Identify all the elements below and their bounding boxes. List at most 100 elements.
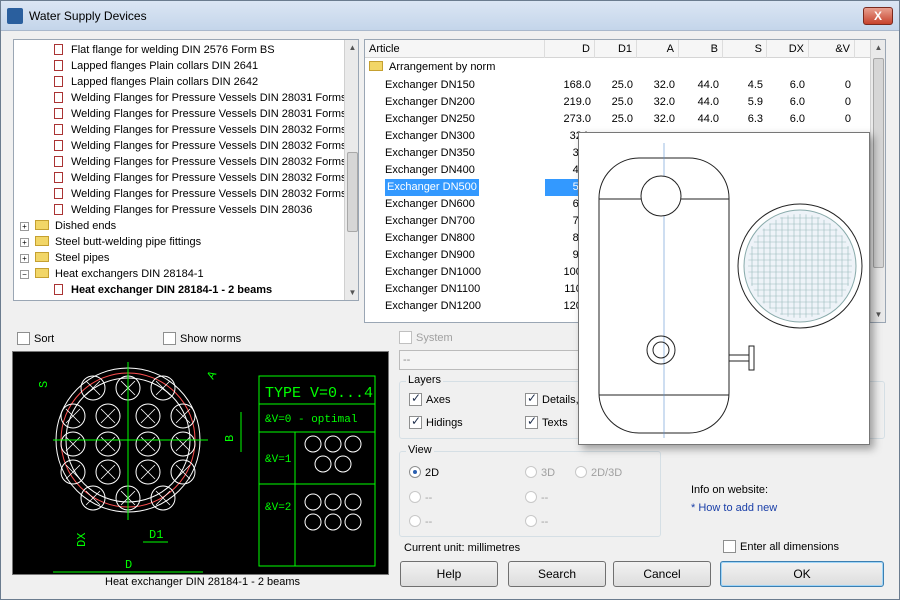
scroll-down-icon[interactable]: ▼ (871, 307, 885, 322)
tube-cross (100, 408, 116, 424)
view-extra-radio[interactable]: -- (525, 491, 548, 504)
article-cell: Exchanger DN800 (385, 232, 475, 244)
tree-item-label: Dished ends (55, 220, 117, 232)
view-extra-radio[interactable]: -- (409, 515, 432, 528)
grid-row[interactable]: Exchanger DN150 168.0 25.0 32.0 44.0 4.5 6.0 0 (365, 77, 870, 94)
checkbox-box[interactable] (525, 414, 538, 429)
tree-item[interactable]: + Steel pipes (20, 250, 109, 266)
tree-item[interactable]: Welding Flanges for Pressure Vessels DIN… (54, 154, 347, 170)
scroll-down-icon[interactable]: ▼ (345, 285, 358, 300)
grid-row[interactable]: Exchanger DN250 273.0 25.0 32.0 44.0 6.3 6.0 0 (365, 111, 870, 128)
tree-item[interactable]: − Heat exchangers DIN 28184-1 (20, 266, 204, 282)
grid-row[interactable]: Exchanger DN200 219.0 25.0 32.0 44.0 5.9 6.0 0 (365, 94, 870, 111)
tree-scrollbar[interactable]: ▲ ▼ (344, 40, 358, 300)
article-cell: Exchanger DN700 (385, 215, 475, 227)
tube-cross (175, 464, 191, 480)
help-button[interactable]: Help (400, 561, 498, 587)
nozzle-flange (646, 335, 676, 365)
mini-tube-circle (344, 493, 362, 511)
tube-cross (100, 464, 116, 480)
tree-item[interactable]: Welding Flanges for Pressure Vessels DIN… (54, 138, 347, 154)
how-to-add-link[interactable]: * How to add new (691, 502, 777, 514)
column-header[interactable]: Article (365, 40, 545, 58)
tree-item[interactable]: Welding Flanges for Pressure Vessels DIN… (54, 90, 347, 106)
radio-dot[interactable] (525, 515, 537, 527)
view-2d3d-radio[interactable]: 2D/3D (575, 466, 622, 479)
view-extra-radio[interactable]: -- (409, 491, 432, 504)
radio-dot[interactable] (409, 515, 421, 527)
tree-item[interactable]: Heat exchanger DIN 28184-1 - 4 beams (cr… (54, 298, 325, 300)
ok-button[interactable]: OK (720, 561, 884, 587)
tree-item[interactable]: Welding Flanges for Pressure Vessels DIN… (54, 202, 312, 218)
radio-dot[interactable] (409, 491, 421, 503)
grid-scrollbar[interactable]: ▲ ▼ (870, 40, 885, 322)
tube-cross (140, 464, 156, 480)
sort-label: Sort (34, 333, 55, 345)
mini-tube-circle (324, 513, 342, 531)
scroll-thumb[interactable] (873, 58, 884, 268)
cad-preview: D D1 DX B A S TYPE V=0...4 &V=0 - optima… (12, 351, 389, 575)
layer-axes[interactable]: Axes (409, 391, 450, 406)
scroll-thumb[interactable] (347, 152, 358, 232)
column-header[interactable]: S (723, 40, 767, 58)
tree-item[interactable]: + Dished ends (20, 218, 116, 234)
radio-dot[interactable] (525, 466, 537, 478)
mini-tube-group (304, 435, 362, 531)
expand-icon[interactable]: + (20, 254, 29, 263)
system-combo[interactable]: -- (399, 350, 579, 370)
view-option-label: 2D (425, 467, 440, 479)
search-button[interactable]: Search (508, 561, 606, 587)
checkbox-box[interactable] (409, 414, 422, 429)
layer-texts[interactable]: Texts (525, 414, 568, 429)
group-row[interactable]: Arrangement by norm (365, 59, 870, 76)
checkbox-box[interactable] (723, 540, 736, 553)
radio-dot[interactable] (575, 466, 587, 478)
scroll-up-icon[interactable]: ▲ (871, 40, 885, 55)
column-header[interactable]: B (679, 40, 723, 58)
tree-item[interactable]: Lapped flanges Plain collars DIN 2642 (54, 74, 258, 90)
dim-label: DX (75, 533, 89, 547)
column-header[interactable]: &V (809, 40, 855, 58)
show-norms-checkbox[interactable]: Show norms (163, 332, 241, 345)
scroll-up-icon[interactable]: ▲ (345, 40, 358, 55)
radio-dot[interactable] (409, 466, 421, 478)
expand-icon[interactable]: + (20, 222, 29, 231)
checkbox-box[interactable] (17, 332, 30, 345)
cancel-button[interactable]: Cancel (613, 561, 711, 587)
layer-label: Texts (542, 417, 568, 429)
tree-item-label: Steel butt-welding pipe fittings (55, 236, 202, 248)
column-header[interactable]: D1 (595, 40, 637, 58)
tree-item[interactable]: Welding Flanges for Pressure Vessels DIN… (54, 170, 347, 186)
column-header[interactable]: A (637, 40, 679, 58)
tree-item[interactable]: Welding Flanges for Pressure Vessels DIN… (54, 106, 347, 122)
view-2d-radio[interactable]: 2D (409, 466, 439, 479)
layer-label: Details, (542, 394, 579, 406)
tree-item[interactable]: + Steel butt-welding pipe fittings (20, 234, 201, 250)
checkbox-box[interactable] (525, 391, 538, 406)
tree-item[interactable]: Welding Flanges for Pressure Vessels DIN… (54, 186, 347, 202)
column-header[interactable]: D (545, 40, 595, 58)
radio-dot[interactable] (525, 491, 537, 503)
layer-details[interactable]: Details, (525, 391, 579, 406)
tree-item[interactable]: Welding Flanges for Pressure Vessels DIN… (54, 122, 347, 138)
tree-item[interactable]: Flat flange for welding DIN 2576 Form BS (54, 42, 275, 58)
enter-all-dimensions-checkbox[interactable]: Enter all dimensions (723, 540, 839, 553)
tree-item-label: Flat flange for welding DIN 2576 Form BS (71, 44, 275, 56)
tree-item[interactable]: Lapped flanges Plain collars DIN 2641 (54, 58, 258, 74)
checkbox-box[interactable] (399, 331, 412, 344)
layer-hidings[interactable]: Hidings (409, 414, 463, 429)
checkbox-box[interactable] (409, 391, 422, 406)
sort-checkbox[interactable]: Sort (17, 332, 54, 345)
close-button[interactable]: X (863, 7, 893, 25)
column-header[interactable]: DX (767, 40, 809, 58)
system-checkbox[interactable]: System (399, 331, 453, 344)
checkbox-box[interactable] (163, 332, 176, 345)
view-3d-radio[interactable]: 3D (525, 466, 555, 479)
expand-icon[interactable]: − (20, 270, 29, 279)
tube-cross (175, 436, 191, 452)
tree-item[interactable]: Heat exchanger DIN 28184-1 - 2 beams (54, 282, 272, 298)
tube-cross (140, 408, 156, 424)
expand-icon[interactable]: + (20, 238, 29, 247)
catalog-tree[interactable]: Flat flange for welding DIN 2576 Form BS… (13, 39, 359, 301)
view-extra-radio[interactable]: -- (525, 515, 548, 528)
